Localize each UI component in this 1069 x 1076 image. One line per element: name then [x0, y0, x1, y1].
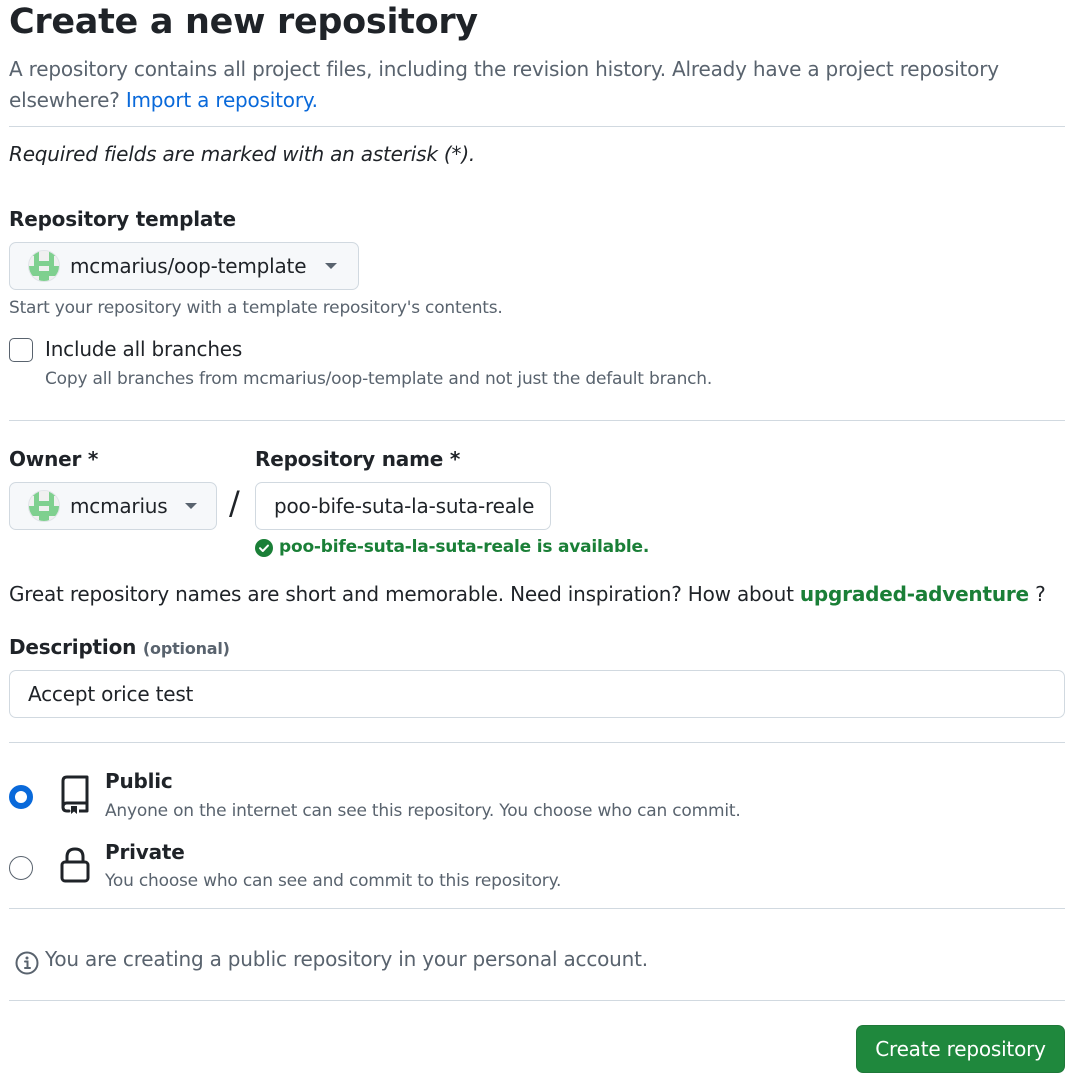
visibility-public-desc: Anyone on the internet can see this repo… [105, 801, 741, 821]
page-intro: A repository contains all project files,… [9, 54, 1049, 116]
divider [9, 126, 1065, 127]
owner-repo-separator: / [229, 484, 240, 522]
description-optional: (optional) [142, 639, 230, 658]
description-label: Description (optional) [9, 635, 230, 659]
check-circle-icon [255, 539, 273, 557]
import-repository-link[interactable]: Import a repository. [126, 88, 318, 112]
caret-down-icon [325, 263, 338, 269]
repository-name-input[interactable]: poo-bife-suta-la-suta-reale [255, 482, 551, 530]
description-input[interactable]: Accept orice test [9, 670, 1065, 718]
template-label: Repository template [9, 207, 236, 231]
visibility-public-title: Public [105, 769, 173, 793]
repository-name-label: Repository name * [255, 447, 461, 471]
template-select-value: mcmarius/oop-template [70, 254, 307, 278]
visibility-info-note: You are creating a public repository in … [45, 947, 648, 971]
repo-icon [59, 775, 91, 815]
description-label-text: Description [9, 635, 137, 659]
include-all-branches-checkbox[interactable] [9, 338, 33, 362]
avatar-identicon [28, 250, 60, 282]
include-all-branches-help: Copy all branches from mcmarius/oop-temp… [45, 369, 713, 389]
create-repository-button[interactable]: Create repository [856, 1025, 1065, 1073]
name-availability: poo-bife-suta-la-suta-reale is available… [279, 537, 650, 557]
suggestion-text: Great repository names are short and mem… [9, 582, 794, 606]
suggested-name-link[interactable]: upgraded-adventure [800, 582, 1029, 606]
divider [9, 1000, 1065, 1001]
divider [9, 420, 1065, 421]
visibility-private-title: Private [105, 840, 185, 864]
info-icon [15, 951, 39, 975]
lock-icon [59, 846, 91, 884]
page-title: Create a new repository [9, 2, 478, 42]
caret-down-icon [184, 503, 197, 509]
required-fields-note: Required fields are marked with an aster… [9, 142, 476, 166]
name-suggestion: Great repository names are short and mem… [9, 582, 1046, 606]
visibility-private-desc: You choose who can see and commit to thi… [105, 871, 562, 891]
divider [9, 908, 1065, 909]
include-all-branches-label[interactable]: Include all branches [45, 337, 242, 361]
owner-select[interactable]: mcmarius [9, 482, 217, 530]
avatar-identicon [28, 490, 60, 522]
template-select[interactable]: mcmarius/oop-template [9, 242, 359, 290]
visibility-private-radio[interactable] [9, 856, 33, 880]
visibility-public-radio[interactable] [9, 785, 33, 809]
owner-label: Owner * [9, 447, 99, 471]
suggestion-suffix: ? [1035, 582, 1046, 606]
template-help: Start your repository with a template re… [9, 298, 503, 318]
divider [9, 742, 1065, 743]
owner-select-value: mcmarius [70, 494, 168, 518]
